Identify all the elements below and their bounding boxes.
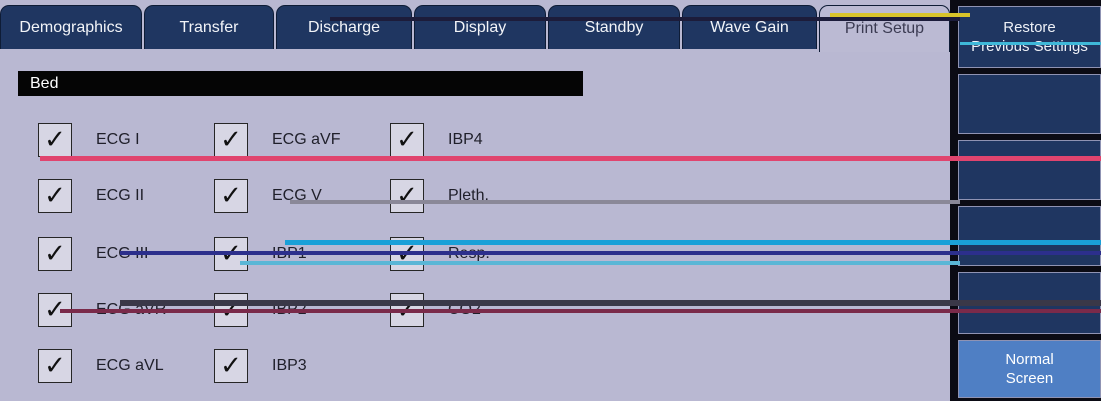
option-pleth[interactable]: ✓ Pleth. xyxy=(390,176,489,216)
restore-previous-settings-button[interactable]: Restore Previous Settings xyxy=(958,6,1101,68)
option-ecg-avl[interactable]: ✓ ECG aVL xyxy=(38,346,164,386)
tab-standby[interactable]: Standby xyxy=(548,5,680,49)
glitch-line-top-yellow xyxy=(830,13,970,17)
normal-screen-button[interactable]: Normal Screen xyxy=(958,340,1101,398)
option-ibp4[interactable]: ✓ IBP4 xyxy=(390,120,483,160)
restore-line2: Previous Settings xyxy=(971,38,1088,55)
option-label: ECG II xyxy=(96,187,145,204)
glitch-line-top-cyan xyxy=(960,42,1101,45)
checkbox[interactable]: ✓ xyxy=(38,237,72,271)
restore-line1: Restore xyxy=(1003,18,1056,36)
sidebar-blank-button-2[interactable] xyxy=(958,140,1101,200)
glitch-line-lightblue xyxy=(240,261,960,265)
tab-bar: Demographics Transfer Discharge Display … xyxy=(0,0,950,52)
option-ecg-ii[interactable]: ✓ ECG II xyxy=(38,176,144,216)
option-label: IBP3 xyxy=(272,357,307,374)
option-label: IBP4 xyxy=(448,131,483,148)
glitch-line-top-navy xyxy=(330,17,960,21)
checkbox[interactable]: ✓ xyxy=(214,179,248,213)
option-ibp3[interactable]: ✓ IBP3 xyxy=(214,346,307,386)
checkbox[interactable]: ✓ xyxy=(214,349,248,383)
option-ecg-v[interactable]: ✓ ECG V xyxy=(214,176,322,216)
tab-wave-gain[interactable]: Wave Gain xyxy=(682,5,817,49)
option-label: ECG aVL xyxy=(96,357,164,374)
bed-field: Bed xyxy=(18,71,583,96)
checkbox[interactable]: ✓ xyxy=(390,179,424,213)
option-ecg-avf[interactable]: ✓ ECG aVF xyxy=(214,120,340,160)
normal-line1: Normal xyxy=(1005,350,1054,368)
glitch-line-dark xyxy=(120,300,1101,306)
normal-line2: Screen xyxy=(1005,370,1054,387)
option-label: ECG I xyxy=(96,131,140,148)
checkbox[interactable]: ✓ xyxy=(214,123,248,157)
glitch-line-navy xyxy=(120,251,1101,255)
sidebar-blank-button-1[interactable] xyxy=(958,74,1101,134)
option-label: ECG aVF xyxy=(272,131,341,148)
sidebar-blank-button-3[interactable] xyxy=(958,206,1101,266)
glitch-line-maroon xyxy=(60,309,1101,313)
option-ecg-i[interactable]: ✓ ECG I xyxy=(38,120,140,160)
checkbox[interactable]: ✓ xyxy=(38,349,72,383)
tab-display[interactable]: Display xyxy=(414,5,546,49)
glitch-line-pink xyxy=(40,156,1101,161)
tab-transfer[interactable]: Transfer xyxy=(144,5,274,49)
glitch-line-gray xyxy=(290,200,960,204)
glitch-line-cyan xyxy=(285,240,1101,245)
checkbox[interactable]: ✓ xyxy=(38,179,72,213)
tab-demographics[interactable]: Demographics xyxy=(0,5,142,49)
checkbox[interactable]: ✓ xyxy=(390,123,424,157)
checkbox[interactable]: ✓ xyxy=(38,123,72,157)
tab-discharge[interactable]: Discharge xyxy=(276,5,412,49)
